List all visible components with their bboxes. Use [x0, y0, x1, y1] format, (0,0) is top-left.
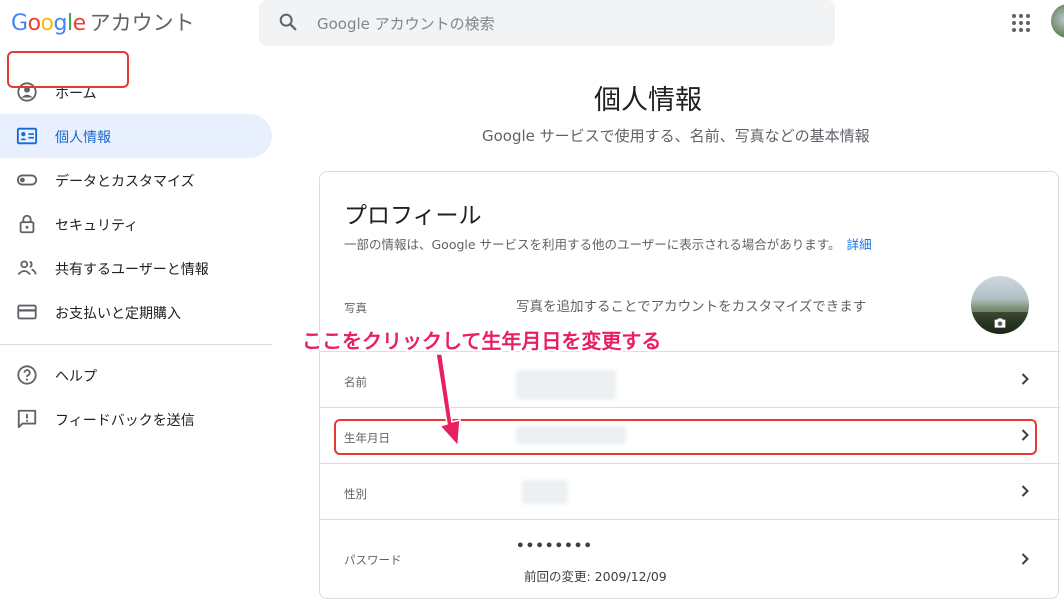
search-icon — [279, 13, 297, 31]
apps-grid-icon[interactable] — [1011, 13, 1031, 33]
sidebar-item-personal-info[interactable]: 個人情報 — [0, 114, 272, 158]
personal-info-highlight-box — [7, 51, 129, 88]
row-label: 写真 — [344, 301, 367, 315]
search-box[interactable]: Google アカウントの検索 — [259, 0, 835, 46]
gender-value-redacted — [516, 480, 568, 508]
sidebar-item-label: ヘルプ — [55, 369, 97, 385]
toggle-icon — [16, 174, 38, 186]
password-last-changed: 前回の変更: 2009/12/09 — [524, 569, 667, 584]
people-icon — [17, 260, 37, 276]
sidebar-item-label: お支払いと定期購入 — [55, 306, 181, 322]
annotation-callout: ここをクリックして生年月日を変更する — [302, 329, 662, 353]
logo-letter: G — [11, 11, 28, 36]
card-title: プロフィール — [344, 203, 482, 229]
google-account-logo[interactable]: Google アカウント — [11, 7, 195, 37]
card-description-text: 一部の情報は、Google サービスを利用する他のユーザーに表示される場合があり… — [344, 237, 841, 252]
sidebar-divider — [0, 344, 272, 345]
id-card-icon — [16, 127, 38, 145]
sidebar-item-label: 共有するユーザーと情報 — [55, 262, 209, 278]
sidebar-item-label: データとカスタマイズ — [55, 174, 195, 190]
sidebar-item-people-sharing[interactable]: 共有するユーザーと情報 — [0, 246, 272, 290]
sidebar-item-feedback[interactable]: フィードバックを送信 — [0, 397, 272, 441]
name-value-redacted — [516, 370, 616, 404]
logo-letter: o — [27, 11, 41, 36]
sidebar-item-label: セキュリティ — [55, 218, 139, 234]
sidebar-item-security[interactable]: セキュリティ — [0, 202, 272, 246]
logo-letter: o — [40, 11, 54, 36]
sidebar-item-help[interactable]: ヘルプ — [0, 353, 272, 397]
sidebar-nav: ホーム 個人情報 データとカスタマイズ セキュリティ 共有するユーザーと情報 お… — [0, 70, 272, 441]
profile-row-gender[interactable]: 性別 — [320, 463, 1060, 519]
lock-icon — [19, 214, 35, 234]
page-title: 個人情報 — [320, 78, 1064, 117]
feedback-icon — [17, 409, 37, 429]
row-label: 名前 — [344, 375, 367, 389]
search-input[interactable]: Google アカウントの検索 — [317, 13, 495, 34]
sidebar-item-label: 個人情報 — [55, 130, 111, 146]
top-bar: Google アカウント Google アカウントの検索 — [0, 0, 1064, 46]
profile-photo[interactable] — [971, 276, 1029, 334]
page-title-text: 個人情報 — [594, 85, 702, 116]
chevron-right-icon — [1021, 485, 1029, 497]
page-subtitle: Google サービスで使用する、名前、写真などの基本情報 — [482, 127, 870, 145]
product-name: アカウント — [89, 11, 195, 35]
help-circle-icon — [17, 365, 37, 385]
password-value: •••••••• — [516, 538, 594, 554]
sidebar-item-payments[interactable]: お支払いと定期購入 — [0, 290, 272, 334]
account-avatar[interactable] — [1051, 4, 1064, 38]
chevron-right-icon — [1021, 373, 1029, 385]
sidebar-item-data-customization[interactable]: データとカスタマイズ — [0, 158, 272, 202]
logo-letter: g — [53, 11, 68, 36]
camera-icon — [994, 318, 1006, 328]
row-label: パスワード — [344, 553, 402, 567]
row-value: 写真を追加することでアカウントをカスタマイズできます — [516, 299, 867, 315]
row-label: 性別 — [344, 487, 367, 501]
chevron-right-icon — [1021, 553, 1029, 565]
logo-letter: e — [72, 11, 87, 36]
details-link[interactable]: 詳細 — [847, 237, 872, 252]
credit-card-icon — [17, 304, 37, 320]
sidebar-item-label: フィードバックを送信 — [55, 413, 195, 429]
annotation-arrow-icon — [435, 353, 461, 448]
card-description: 一部の情報は、Google サービスを利用する他のユーザーに表示される場合があり… — [344, 234, 872, 253]
profile-row-password[interactable]: パスワード •••••••• 前回の変更: 2009/12/09 — [320, 519, 1060, 599]
